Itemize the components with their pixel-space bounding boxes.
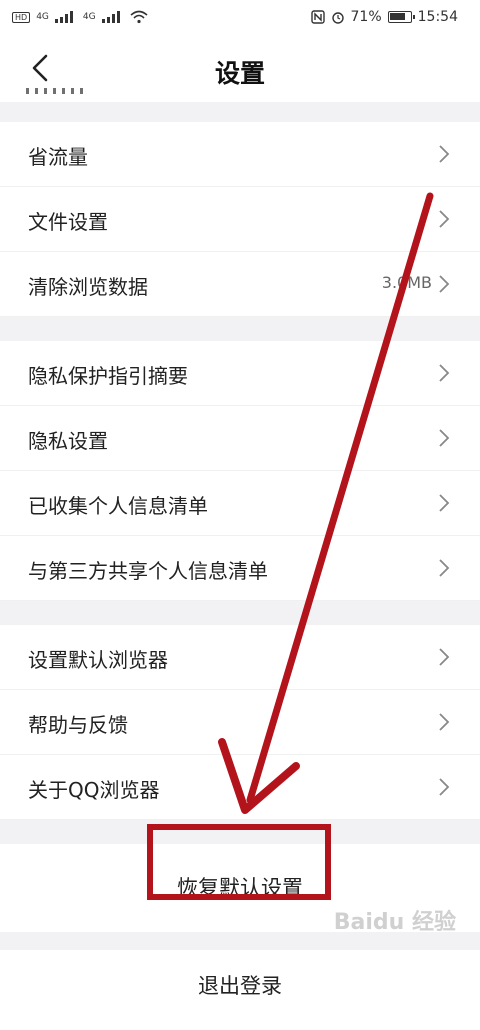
- network-type-2: 4G: [82, 12, 96, 22]
- battery-icon: [387, 11, 415, 23]
- settings-item-help-feedback[interactable]: 帮助与反馈: [0, 690, 480, 755]
- item-label: 关于QQ浏览器: [28, 778, 160, 802]
- settings-item-data-saver[interactable]: 省流量: [0, 122, 480, 187]
- section-gap: [0, 601, 480, 625]
- item-label: 已收集个人信息清单: [28, 494, 208, 518]
- hd-badge: HD: [12, 11, 31, 23]
- status-bar: HD 4G 4G 71% 15:54: [0, 0, 480, 36]
- restore-defaults-label: 恢复默认设置: [177, 876, 303, 900]
- nfc-icon: [310, 10, 325, 24]
- chevron-right-icon: [439, 778, 450, 796]
- chevron-right-icon: [439, 494, 450, 512]
- settings-item-clear-data[interactable]: 清除浏览数据 3.0MB: [0, 252, 480, 317]
- watermark: Baidu 经验: [333, 910, 456, 935]
- item-label: 隐私保护指引摘要: [28, 364, 188, 388]
- settings-item-collected-info[interactable]: 已收集个人信息清单: [0, 471, 480, 536]
- item-label: 隐私设置: [28, 429, 108, 453]
- section-gap: [0, 820, 480, 844]
- settings-item-third-party-info[interactable]: 与第三方共享个人信息清单: [0, 536, 480, 601]
- chevron-right-icon: [439, 648, 450, 666]
- section-gap: [0, 317, 480, 341]
- clock: 15:54: [417, 9, 458, 25]
- signal-icon: [54, 11, 77, 23]
- battery-percent: 71%: [350, 9, 382, 25]
- settings-item-privacy-summary[interactable]: 隐私保护指引摘要: [0, 341, 480, 406]
- section-gap-top: [0, 102, 480, 122]
- chevron-right-icon: [439, 559, 450, 577]
- cache-size-value: 3.0MB: [381, 273, 432, 292]
- item-label: 文件设置: [28, 210, 108, 234]
- settings-list: 省流量 文件设置 清除浏览数据 3.0MB 隐私保护指引摘要 隐私设置 已收集个…: [0, 122, 480, 1030]
- chevron-right-icon: [439, 275, 450, 293]
- status-right: 71% 15:54: [310, 9, 458, 25]
- network-type-1: 4G: [36, 12, 49, 22]
- scrolled-row-remnant: [26, 88, 86, 102]
- chevron-right-icon: [439, 145, 450, 163]
- item-label: 与第三方共享个人信息清单: [28, 559, 268, 583]
- settings-item-default-browser[interactable]: 设置默认浏览器: [0, 625, 480, 690]
- logout-label: 退出登录: [198, 974, 282, 998]
- status-left: HD 4G 4G: [12, 10, 148, 24]
- logout-button[interactable]: 退出登录: [0, 950, 480, 1030]
- page-title: 设置: [214, 59, 265, 88]
- item-label: 帮助与反馈: [28, 713, 128, 737]
- chevron-right-icon: [439, 713, 450, 731]
- item-label: 清除浏览数据: [28, 275, 148, 299]
- alarm-icon: [331, 12, 344, 24]
- chevron-right-icon: [439, 364, 450, 382]
- item-label: 设置默认浏览器: [28, 648, 168, 672]
- item-label: 省流量: [28, 145, 88, 169]
- wifi-icon: [130, 10, 148, 24]
- settings-item-privacy-settings[interactable]: 隐私设置: [0, 406, 480, 471]
- signal-icon-2: [101, 11, 124, 23]
- chevron-right-icon: [439, 429, 450, 447]
- settings-item-about[interactable]: 关于QQ浏览器: [0, 755, 480, 820]
- chevron-right-icon: [439, 210, 450, 228]
- settings-item-file-settings[interactable]: 文件设置: [0, 187, 480, 252]
